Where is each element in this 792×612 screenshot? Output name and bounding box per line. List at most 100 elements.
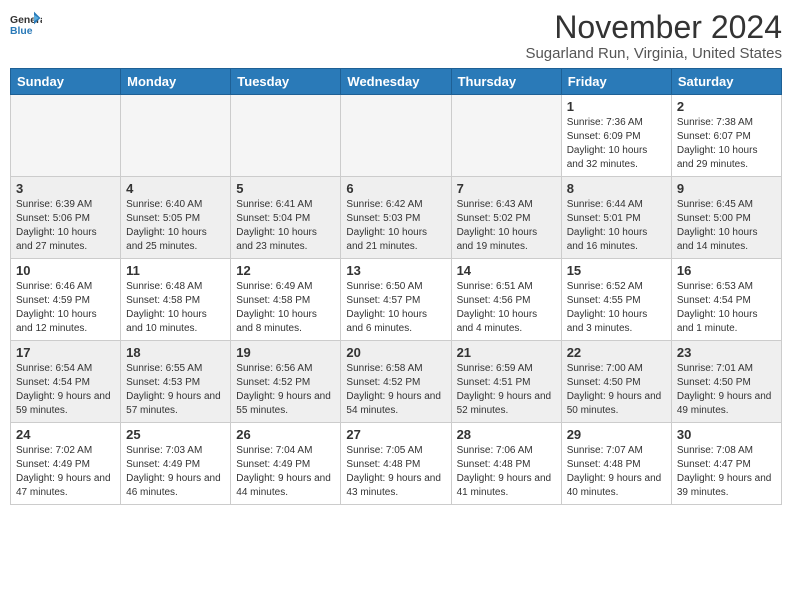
day-number: 30 [677,427,776,442]
calendar-day-cell: 3 Sunrise: 6:39 AM Sunset: 5:06 PM Daylig… [11,177,121,259]
day-number: 6 [346,181,445,196]
weekday-header-tuesday: Tuesday [231,69,341,95]
day-number: 27 [346,427,445,442]
svg-text:Blue: Blue [10,26,33,37]
calendar-day-cell: 7 Sunrise: 6:43 AM Sunset: 5:02 PM Daylig… [451,177,561,259]
calendar-day-cell: 20 Sunrise: 6:58 AM Sunset: 4:52 PM Dayli… [341,341,451,423]
calendar-day-cell: 12Sunrise: 6:49 AM Sunset: 4:58 PM Dayli… [231,259,341,341]
day-number: 26 [236,427,335,442]
weekday-header-row: SundayMondayTuesdayWednesdayThursdayFrid… [11,69,782,95]
day-info: Sunrise: 6:54 AM Sunset: 4:54 PM Dayligh… [16,362,115,418]
calendar-day-cell: 15 Sunrise: 6:52 AM Sunset: 4:55 PM Dayli… [561,259,671,341]
day-number: 1 [567,99,666,114]
calendar-day-cell: 23Sunrise: 7:01 AM Sunset: 4:50 PM Dayli… [671,341,781,423]
day-number: 9 [677,181,776,196]
day-info: Sunrise: 7:07 AM Sunset: 4:48 PM Dayligh… [567,444,666,500]
calendar-week-row: 17 Sunrise: 6:54 AM Sunset: 4:54 PM Dayli… [11,341,782,423]
day-number: 24 [16,427,115,442]
month-title: November 2024 [525,10,782,45]
calendar-day-cell [121,95,231,177]
day-info: Sunrise: 7:08 AM Sunset: 4:47 PM Dayligh… [677,444,776,500]
day-number: 2 [677,99,776,114]
day-number: 16 [677,263,776,278]
day-info: Sunrise: 6:42 AM Sunset: 5:03 PM Dayligh… [346,198,445,254]
calendar-day-cell: 9Sunrise: 6:45 AM Sunset: 5:00 PM Daylig… [671,177,781,259]
day-info: Sunrise: 6:50 AM Sunset: 4:57 PM Dayligh… [346,280,445,336]
day-info: Sunrise: 6:52 AM Sunset: 4:55 PM Dayligh… [567,280,666,336]
calendar-week-row: 24Sunrise: 7:02 AM Sunset: 4:49 PM Dayli… [11,423,782,505]
calendar-day-cell [11,95,121,177]
calendar-day-cell: 28 Sunrise: 7:06 AM Sunset: 4:48 PM Dayli… [451,423,561,505]
day-number: 22 [567,345,666,360]
calendar-day-cell: 6 Sunrise: 6:42 AM Sunset: 5:03 PM Daylig… [341,177,451,259]
calendar-week-row: 1 Sunrise: 7:36 AM Sunset: 6:09 PM Daylig… [11,95,782,177]
day-info: Sunrise: 6:56 AM Sunset: 4:52 PM Dayligh… [236,362,335,418]
calendar-day-cell: 8Sunrise: 6:44 AM Sunset: 5:01 PM Daylig… [561,177,671,259]
calendar-day-cell [341,95,451,177]
location-title: Sugarland Run, Virginia, United States [525,45,782,62]
day-number: 8 [567,181,666,196]
day-info: Sunrise: 7:36 AM Sunset: 6:09 PM Dayligh… [567,116,666,172]
calendar-day-cell: 21 Sunrise: 6:59 AM Sunset: 4:51 PM Dayli… [451,341,561,423]
calendar-day-cell: 30 Sunrise: 7:08 AM Sunset: 4:47 PM Dayli… [671,423,781,505]
day-info: Sunrise: 7:06 AM Sunset: 4:48 PM Dayligh… [457,444,556,500]
calendar-day-cell: 13 Sunrise: 6:50 AM Sunset: 4:57 PM Dayli… [341,259,451,341]
day-info: Sunrise: 7:38 AM Sunset: 6:07 PM Dayligh… [677,116,776,172]
calendar-week-row: 3 Sunrise: 6:39 AM Sunset: 5:06 PM Daylig… [11,177,782,259]
day-info: Sunrise: 7:00 AM Sunset: 4:50 PM Dayligh… [567,362,666,418]
title-area: November 2024 Sugarland Run, Virginia, U… [525,10,782,62]
day-info: Sunrise: 6:41 AM Sunset: 5:04 PM Dayligh… [236,198,335,254]
calendar-day-cell: 24Sunrise: 7:02 AM Sunset: 4:49 PM Dayli… [11,423,121,505]
calendar-day-cell: 26 Sunrise: 7:04 AM Sunset: 4:49 PM Dayli… [231,423,341,505]
day-number: 21 [457,345,556,360]
weekday-header-friday: Friday [561,69,671,95]
calendar-day-cell: 4Sunrise: 6:40 AM Sunset: 5:05 PM Daylig… [121,177,231,259]
day-number: 20 [346,345,445,360]
day-number: 17 [16,345,115,360]
calendar-day-cell: 19 Sunrise: 6:56 AM Sunset: 4:52 PM Dayli… [231,341,341,423]
day-info: Sunrise: 6:55 AM Sunset: 4:53 PM Dayligh… [126,362,225,418]
day-number: 7 [457,181,556,196]
day-info: Sunrise: 7:04 AM Sunset: 4:49 PM Dayligh… [236,444,335,500]
day-info: Sunrise: 6:48 AM Sunset: 4:58 PM Dayligh… [126,280,225,336]
calendar-day-cell: 27 Sunrise: 7:05 AM Sunset: 4:48 PM Dayli… [341,423,451,505]
day-info: Sunrise: 7:05 AM Sunset: 4:48 PM Dayligh… [346,444,445,500]
day-info: Sunrise: 6:40 AM Sunset: 5:05 PM Dayligh… [126,198,225,254]
weekday-header-wednesday: Wednesday [341,69,451,95]
day-number: 28 [457,427,556,442]
calendar-day-cell: 14 Sunrise: 6:51 AM Sunset: 4:56 PM Dayli… [451,259,561,341]
day-number: 13 [346,263,445,278]
calendar-day-cell: 1 Sunrise: 7:36 AM Sunset: 6:09 PM Daylig… [561,95,671,177]
day-number: 11 [126,263,225,278]
day-number: 29 [567,427,666,442]
day-number: 18 [126,345,225,360]
day-number: 5 [236,181,335,196]
weekday-header-thursday: Thursday [451,69,561,95]
calendar-day-cell: 18 Sunrise: 6:55 AM Sunset: 4:53 PM Dayli… [121,341,231,423]
day-number: 25 [126,427,225,442]
calendar-day-cell [451,95,561,177]
day-info: Sunrise: 6:39 AM Sunset: 5:06 PM Dayligh… [16,198,115,254]
day-info: Sunrise: 7:03 AM Sunset: 4:49 PM Dayligh… [126,444,225,500]
day-info: Sunrise: 6:58 AM Sunset: 4:52 PM Dayligh… [346,362,445,418]
weekday-header-sunday: Sunday [11,69,121,95]
day-number: 3 [16,181,115,196]
day-number: 14 [457,263,556,278]
calendar-day-cell: 17 Sunrise: 6:54 AM Sunset: 4:54 PM Dayli… [11,341,121,423]
calendar-day-cell: 29 Sunrise: 7:07 AM Sunset: 4:48 PM Dayli… [561,423,671,505]
calendar-day-cell: 2 Sunrise: 7:38 AM Sunset: 6:07 PM Daylig… [671,95,781,177]
logo-icon: General Blue [10,10,42,38]
day-info: Sunrise: 6:51 AM Sunset: 4:56 PM Dayligh… [457,280,556,336]
calendar-day-cell: 25 Sunrise: 7:03 AM Sunset: 4:49 PM Dayli… [121,423,231,505]
day-info: Sunrise: 6:43 AM Sunset: 5:02 PM Dayligh… [457,198,556,254]
day-info: Sunrise: 6:53 AM Sunset: 4:54 PM Dayligh… [677,280,776,336]
calendar-day-cell: 11 Sunrise: 6:48 AM Sunset: 4:58 PM Dayli… [121,259,231,341]
day-info: Sunrise: 6:49 AM Sunset: 4:58 PM Dayligh… [236,280,335,336]
day-info: Sunrise: 6:59 AM Sunset: 4:51 PM Dayligh… [457,362,556,418]
day-number: 19 [236,345,335,360]
logo: General Blue [10,10,42,38]
day-info: Sunrise: 6:46 AM Sunset: 4:59 PM Dayligh… [16,280,115,336]
day-number: 15 [567,263,666,278]
calendar-day-cell: 10Sunrise: 6:46 AM Sunset: 4:59 PM Dayli… [11,259,121,341]
calendar-day-cell: 5 Sunrise: 6:41 AM Sunset: 5:04 PM Daylig… [231,177,341,259]
